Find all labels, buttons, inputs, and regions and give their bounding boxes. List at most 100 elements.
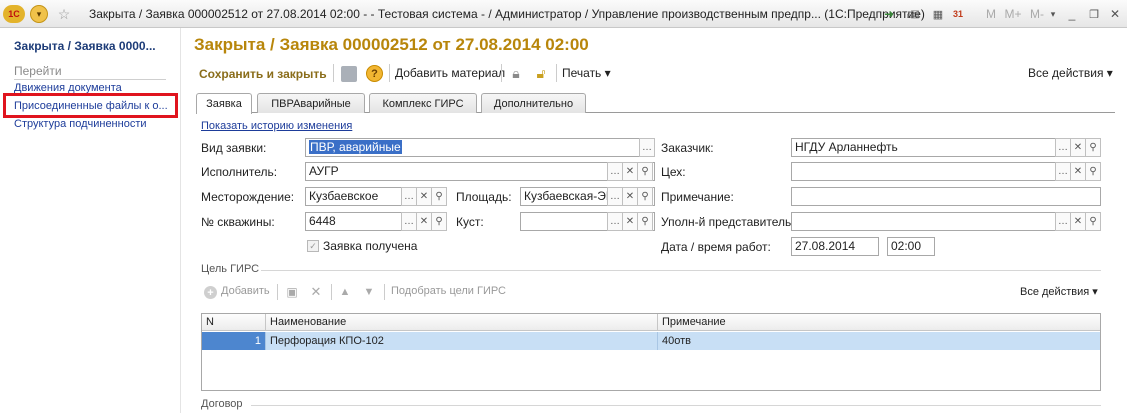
dropdown-chevron-icon[interactable]: ▾ — [1046, 5, 1060, 23]
calendar-icon[interactable]: 31 — [950, 5, 966, 23]
workshop-label: Цех: — [661, 165, 686, 179]
move-up-icon[interactable]: ▲ — [338, 285, 352, 299]
cluster-clear-icon[interactable]: ✕ — [622, 212, 638, 231]
customer-clear-icon[interactable]: ✕ — [1070, 138, 1086, 157]
column-header-name[interactable]: Наименование — [266, 314, 658, 331]
toolbar-separator — [277, 284, 278, 300]
tab-gis-complex[interactable]: Комплекс ГИРС — [369, 93, 477, 113]
toolbar-separator — [501, 64, 502, 82]
restore-icon[interactable]: ❐ — [1086, 5, 1102, 23]
executor-label: Исполнитель: — [201, 165, 278, 179]
executor-clear-icon[interactable]: ✕ — [622, 162, 638, 181]
sidebar-title: Закрыта / Заявка 0000... — [14, 39, 156, 53]
toolbar-separator — [333, 64, 334, 82]
work-time-field[interactable]: 02:00 — [887, 237, 935, 256]
sidebar-link-structure[interactable]: Структура подчиненности — [14, 118, 147, 130]
window-title: Закрыта / Заявка 000002512 от 27.08.2014… — [89, 7, 925, 21]
customer-select-icon[interactable]: … — [1055, 138, 1071, 157]
customer-label: Заказчик: — [661, 141, 714, 155]
work-date-field[interactable]: 27.08.2014 — [791, 237, 879, 256]
contract-section-divider — [251, 405, 1101, 406]
highlight-box — [3, 93, 178, 118]
list-icon[interactable]: ▤ — [907, 5, 923, 23]
column-header-note[interactable]: Примечание — [658, 314, 1100, 331]
request-type-value: ПВР, аварийные — [309, 140, 402, 154]
tab-strip: Заявка ПВРАварийные Комплекс ГИРС Дополн… — [196, 93, 1115, 114]
workshop-clear-icon[interactable]: ✕ — [1070, 162, 1086, 181]
workshop-select-icon[interactable]: … — [1055, 162, 1071, 181]
tab-additional[interactable]: Дополнительно — [481, 93, 586, 113]
gis-add-button[interactable]: Добавить — [221, 285, 270, 297]
area-clear-icon[interactable]: ✕ — [622, 187, 638, 206]
representative-search-icon[interactable]: ⚲ — [1085, 212, 1101, 231]
favorite-star-icon[interactable]: ☆ — [55, 5, 73, 23]
representative-select-icon[interactable]: … — [1055, 212, 1071, 231]
table-row-name[interactable]: Перфорация КПО-102 — [266, 332, 658, 350]
field-deposit-clear-icon[interactable]: ✕ — [416, 187, 432, 206]
workshop-search-icon[interactable]: ⚲ — [1085, 162, 1101, 181]
note-field[interactable] — [791, 187, 1101, 206]
document-form: Закрыта / Заявка 000002512 от 27.08.2014… — [181, 28, 1127, 413]
close-icon[interactable]: ✕ — [1107, 5, 1123, 23]
calculator-icon[interactable]: ▦ — [930, 5, 946, 23]
minimize-icon[interactable]: _ — [1064, 5, 1080, 23]
field-deposit-label: Месторождение: — [201, 190, 295, 204]
unlock-icon[interactable]: 🔓︎ — [533, 65, 549, 82]
all-actions-button[interactable]: Все действия ▾ — [1028, 66, 1113, 80]
print-menu-button[interactable]: Печать ▾ — [562, 66, 611, 80]
work-datetime-label: Дата / время работ: — [661, 240, 771, 254]
menu-chevron-down-icon[interactable]: ▾ — [30, 5, 48, 23]
note-label: Примечание: — [661, 190, 734, 204]
well-number-search-icon[interactable]: ⚲ — [431, 212, 447, 231]
memory-m-button[interactable]: M — [984, 5, 998, 23]
cluster-select-icon[interactable]: … — [607, 212, 623, 231]
toolbar-separator — [556, 64, 557, 82]
delete-row-icon[interactable]: ✕ — [309, 284, 323, 299]
well-number-select-icon[interactable]: … — [401, 212, 417, 231]
add-material-button[interactable]: Добавить материал — [395, 66, 505, 80]
toolbar-separator — [331, 284, 332, 300]
field-deposit-search-icon[interactable]: ⚲ — [431, 187, 447, 206]
area-search-icon[interactable]: ⚲ — [637, 187, 653, 206]
executor-select-icon[interactable]: … — [607, 162, 623, 181]
customer-search-icon[interactable]: ⚲ — [1085, 138, 1101, 157]
gis-table: N Наименование Примечание 1 Перфорация К… — [201, 313, 1101, 391]
move-down-icon[interactable]: ▼ — [362, 285, 376, 299]
area-select-icon[interactable]: … — [607, 187, 623, 206]
1c-logo-icon[interactable]: 1С — [3, 5, 25, 23]
gis-pick-button[interactable]: Подобрать цели ГИРС — [391, 285, 506, 297]
cluster-search-icon[interactable]: ⚲ — [637, 212, 653, 231]
add-row-icon[interactable]: + — [204, 286, 217, 299]
request-type-label: Вид заявки: — [201, 141, 267, 155]
memory-mplus-button[interactable]: M+ — [1003, 5, 1023, 23]
tab-pvr-emergency[interactable]: ПВРАварийные — [257, 93, 365, 113]
show-history-link[interactable]: Показать историю изменения — [201, 120, 352, 132]
gis-section-divider — [261, 270, 1101, 271]
representative-label: Уполн-й представитель: — [661, 215, 795, 229]
request-type-select-icon[interactable]: … — [639, 138, 655, 157]
copy-row-icon[interactable]: ▣ — [285, 285, 299, 299]
save-and-close-button[interactable]: Сохранить и закрыть — [199, 67, 327, 81]
tab-request[interactable]: Заявка — [196, 93, 252, 114]
lock-icon[interactable]: 🔒︎ — [509, 65, 523, 82]
area-label: Площадь: — [456, 190, 512, 204]
well-number-label: № скважины: — [201, 215, 275, 229]
back-arrow-icon[interactable]: ➜ — [880, 5, 898, 23]
well-number-clear-icon[interactable]: ✕ — [416, 212, 432, 231]
document-title: Закрыта / Заявка 000002512 от 27.08.2014… — [194, 35, 589, 54]
table-row-note[interactable]: 40отв — [658, 332, 1100, 350]
memory-mminus-button[interactable]: M- — [1028, 5, 1046, 23]
executor-field[interactable]: АУГР — [305, 162, 655, 181]
executor-search-icon[interactable]: ⚲ — [637, 162, 653, 181]
save-icon[interactable] — [341, 66, 357, 82]
sidebar: Закрыта / Заявка 0000... Перейти Движени… — [0, 28, 181, 413]
help-icon[interactable]: ? — [366, 65, 383, 82]
toolbar-separator — [384, 284, 385, 300]
field-deposit-select-icon[interactable]: … — [401, 187, 417, 206]
request-received-checkbox[interactable]: ✓ — [307, 240, 319, 252]
column-header-n[interactable]: N — [202, 314, 266, 331]
request-type-field[interactable]: ПВР, аварийные — [305, 138, 655, 157]
representative-clear-icon[interactable]: ✕ — [1070, 212, 1086, 231]
table-row-n[interactable]: 1 — [202, 332, 266, 350]
gis-all-actions-button[interactable]: Все действия ▾ — [1020, 285, 1098, 298]
